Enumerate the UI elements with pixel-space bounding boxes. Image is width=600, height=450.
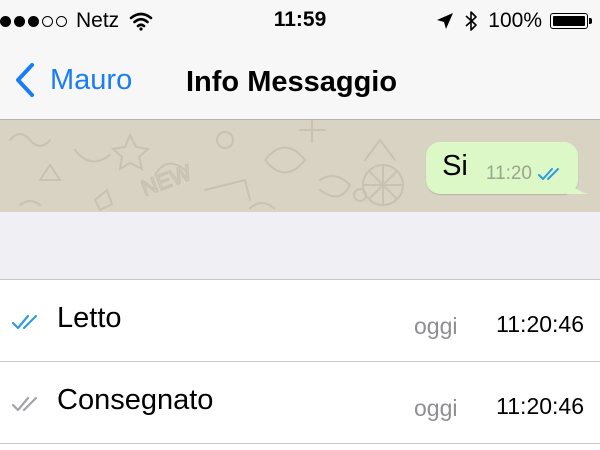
status-bar: Netz 11:59 100%	[0, 0, 600, 42]
message-time: 11:20	[485, 163, 532, 184]
receipt-time: 11:20:46	[496, 311, 584, 337]
receipt-row-read: Letto oggi 11:20:46	[0, 280, 600, 362]
double-check-icon	[12, 396, 38, 412]
back-button-label: Mauro	[50, 63, 133, 96]
location-arrow-icon	[437, 13, 454, 29]
navigation-bar: Mauro Info Messaggio	[0, 42, 600, 120]
receipt-day: oggi	[414, 395, 458, 421]
svg-text:NEW: NEW	[138, 160, 195, 201]
receipt-day: oggi	[414, 313, 458, 339]
page-title: Info Messaggio	[186, 66, 398, 98]
bubble-tail	[566, 176, 588, 194]
receipt-row-delivered: Consegnato oggi 11:20:46	[0, 362, 600, 444]
receipt-label: Consegnato	[57, 384, 214, 416]
bluetooth-icon	[465, 11, 478, 31]
message-bubble[interactable]: Si 11:20	[426, 142, 588, 194]
message-text: Si	[442, 149, 468, 182]
receipt-label: Letto	[57, 302, 122, 334]
status-bar-right: 100%	[436, 8, 592, 34]
row-divider	[0, 443, 600, 444]
chevron-left-icon	[16, 63, 34, 97]
receipt-list: Letto oggi 11:20:46 Consegnato oggi 11:2…	[0, 279, 600, 450]
receipt-time: 11:20:46	[496, 393, 584, 419]
back-button[interactable]: Mauro	[14, 60, 132, 100]
double-check-icon	[12, 314, 38, 330]
double-check-icon	[538, 168, 559, 180]
chat-preview: NEW Si 11:20	[0, 120, 600, 212]
battery-percentage: 100%	[488, 9, 542, 32]
battery-icon	[550, 13, 592, 29]
